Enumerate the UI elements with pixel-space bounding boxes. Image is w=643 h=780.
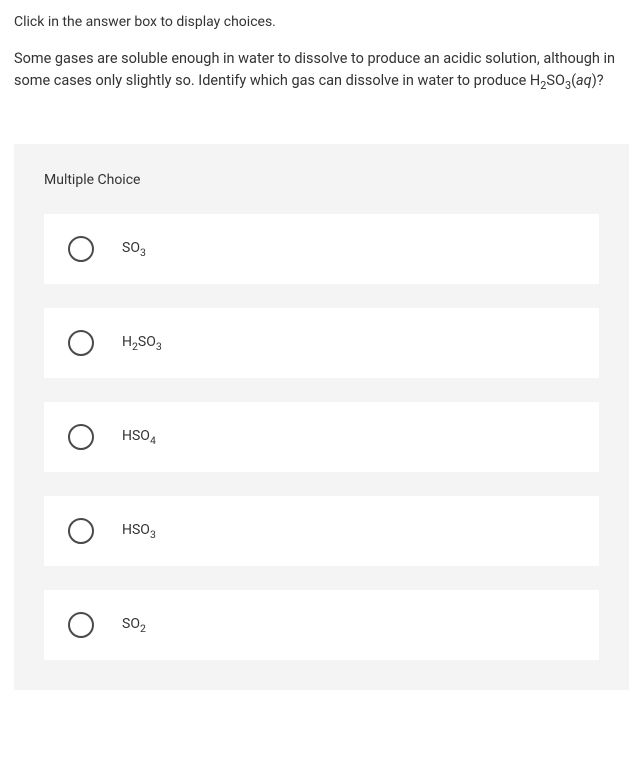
option-base1: SO <box>122 240 140 256</box>
option-sub2: 3 <box>156 339 162 352</box>
option-base2: SO <box>138 334 156 350</box>
quiz-header: Multiple Choice <box>14 144 629 214</box>
question-aq: aq <box>576 72 592 89</box>
option-sub1: 3 <box>150 527 156 540</box>
option-base1: H <box>122 334 132 350</box>
instruction-text: Click in the answer box to display choic… <box>14 14 629 30</box>
radio-icon[interactable] <box>68 424 94 450</box>
option-base1: SO <box>122 616 140 632</box>
radio-icon[interactable] <box>68 612 94 638</box>
question-end: )? <box>592 72 604 89</box>
option-label: SO2 <box>122 616 146 635</box>
quiz-container: Multiple Choice SO3 H2SO3 HSO4 HSO3 <box>14 144 629 690</box>
radio-icon[interactable] <box>68 518 94 544</box>
option-label: H2SO3 <box>122 334 162 353</box>
option-label: SO3 <box>122 240 146 259</box>
question-prefix: Some gases are soluble enough in water t… <box>14 50 615 89</box>
option-base1: HSO <box>122 522 150 538</box>
option-label: HSO4 <box>122 428 156 447</box>
option-base1: HSO <box>122 428 150 444</box>
option-row[interactable]: HSO3 <box>44 496 599 566</box>
option-row[interactable]: SO3 <box>44 214 599 284</box>
options-list: SO3 H2SO3 HSO4 HSO3 SO2 <box>14 214 629 690</box>
option-label: HSO3 <box>122 522 156 541</box>
option-sub1: 3 <box>140 245 146 258</box>
option-row[interactable]: H2SO3 <box>44 308 599 378</box>
option-row[interactable]: HSO4 <box>44 402 599 472</box>
radio-icon[interactable] <box>68 330 94 356</box>
question-text: Some gases are soluble enough in water t… <box>14 48 629 94</box>
option-sub1: 4 <box>150 433 156 446</box>
option-row[interactable]: SO2 <box>44 590 599 660</box>
question-mid1: SO <box>546 72 565 89</box>
radio-icon[interactable] <box>68 236 94 262</box>
option-sub1: 2 <box>140 621 146 634</box>
